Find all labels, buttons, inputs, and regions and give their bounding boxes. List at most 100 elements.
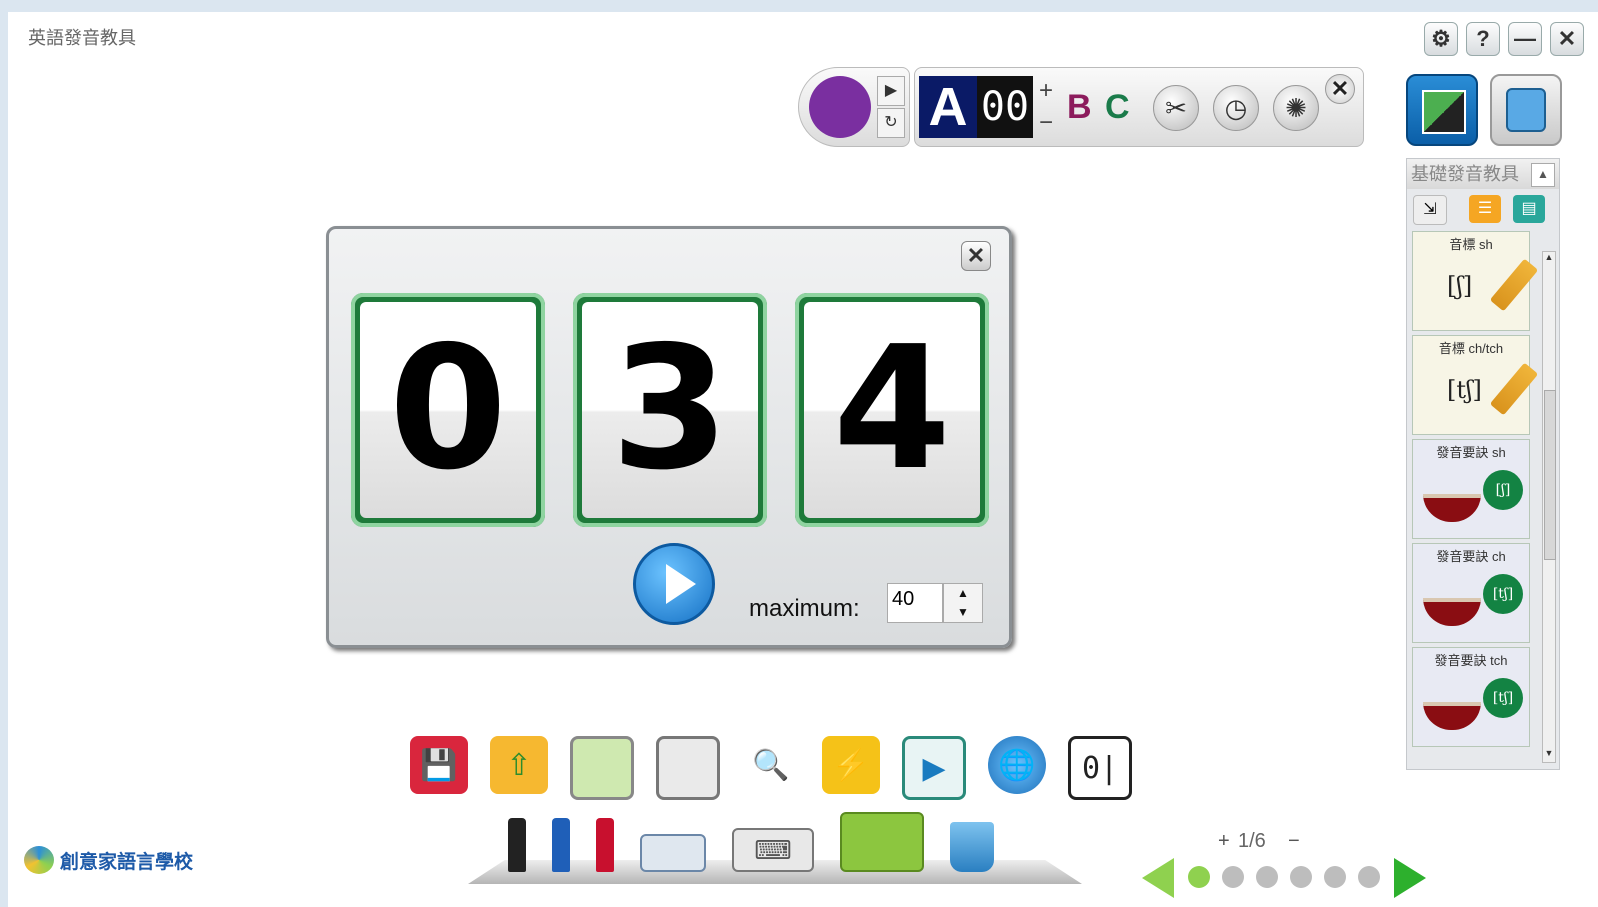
close-button[interactable]: ✕ — [1550, 22, 1584, 56]
stepper-up-icon[interactable]: ▲ — [944, 584, 982, 603]
clock-button[interactable]: ◷ — [1213, 85, 1259, 131]
black-marker-icon[interactable] — [508, 818, 526, 872]
reload-button[interactable]: ↻ — [877, 108, 905, 138]
settings-button[interactable]: ⚙ — [1424, 22, 1458, 56]
ipa-symbol: [ʃ] — [1447, 272, 1473, 300]
sparkle-icon: ✺ — [1285, 93, 1307, 123]
digit-face: 4 — [804, 302, 980, 518]
touch-mode-button[interactable] — [1490, 74, 1562, 146]
import-button[interactable]: ⇲ — [1413, 195, 1447, 225]
page-navigator: + 1/6 − — [1138, 830, 1428, 900]
logo-text: 創意家語言學校 — [60, 851, 194, 873]
help-button[interactable]: ? — [1466, 22, 1500, 56]
play-icon: ▶ — [884, 82, 898, 99]
shelf-items: ⌨ — [508, 812, 994, 872]
side-panel: 基礎發音教具 ▲ ⇲ ☰ ▤ 音標 sh [ʃ] 音標 ch/tch [tʃ] 發音要訣… — [1406, 158, 1560, 770]
toolbox-icon[interactable] — [840, 812, 924, 872]
page-dot[interactable] — [1324, 866, 1346, 888]
effect-button[interactable]: ✺ — [1273, 85, 1319, 131]
thumbnail-label: 發音要訣 tch — [1434, 653, 1508, 668]
list-view-button[interactable]: ☰ — [1469, 195, 1501, 223]
thumbnail-item[interactable]: 發音要訣 sh [ʃ] — [1412, 439, 1530, 539]
minimize-icon: — — [1514, 26, 1536, 51]
next-page-icon[interactable] — [1394, 858, 1426, 898]
add-page-button[interactable]: + — [1218, 830, 1230, 853]
ipa-bubble: [tʃ] — [1483, 574, 1523, 614]
page-dot[interactable] — [1222, 866, 1244, 888]
font-b-button[interactable]: B — [1067, 88, 1092, 127]
size-display: 00 — [977, 76, 1033, 138]
collapse-button[interactable]: ▲ — [1531, 163, 1555, 187]
counter-play-button[interactable] — [633, 543, 715, 625]
font-a-button[interactable]: A — [919, 76, 977, 138]
text-toolbar: A 00 + − B C ✂ ◷ ✺ ✕ — [914, 67, 1364, 147]
maximum-input[interactable]: 40 — [887, 583, 943, 623]
counter-icon[interactable]: 0| — [1068, 736, 1132, 800]
pen-color-swatch[interactable] — [809, 76, 871, 138]
page-view-button[interactable]: ▤ — [1513, 195, 1545, 223]
page-dot[interactable] — [1256, 866, 1278, 888]
thumbnail-item[interactable]: 音標 ch/tch [tʃ] — [1412, 335, 1539, 435]
page-dot[interactable] — [1358, 866, 1380, 888]
stepper-down-icon[interactable]: ▼ — [944, 603, 982, 622]
trash-icon[interactable] — [950, 822, 994, 872]
document-icon: ▤ — [1521, 200, 1537, 217]
scroll-down-icon[interactable]: ▼ — [1543, 748, 1555, 762]
window-controls: ⚙ ? — ✕ — [1424, 22, 1584, 56]
page-dot[interactable] — [1290, 866, 1312, 888]
close-icon: ✕ — [1557, 26, 1577, 51]
play-small-button[interactable]: ▶ — [877, 76, 905, 106]
import-icon: ⇲ — [1423, 201, 1437, 218]
magnifier-icon[interactable]: 🔍 — [742, 736, 800, 794]
tools-button[interactable]: ✂ — [1153, 85, 1199, 131]
ipa-bubble: [tʃ] — [1483, 678, 1523, 718]
thumbnail-label: 發音要訣 ch — [1436, 549, 1506, 564]
help-icon: ? — [1476, 26, 1490, 51]
bowl-icon — [1423, 598, 1481, 626]
thumbnail-item[interactable]: 發音要訣 tch [tʃ] — [1412, 647, 1530, 747]
digit-face: 3 — [582, 302, 758, 518]
toolbar-close-button[interactable]: ✕ — [1325, 74, 1355, 104]
counter-close-button[interactable]: ✕ — [961, 241, 991, 271]
size-minus-button[interactable]: − — [1035, 108, 1057, 138]
minimize-button[interactable]: — — [1508, 22, 1542, 56]
board-icon — [1422, 90, 1466, 134]
media-icon[interactable]: ▶ — [902, 736, 966, 800]
school-logo: 創意家語言學校 — [24, 846, 193, 874]
side-panel-header: 基礎發音教具 ▲ — [1407, 159, 1559, 189]
ipa-symbol: [tʃ] — [1447, 376, 1482, 404]
pen-toolbar: ▶ ↻ — [798, 67, 910, 147]
scroll-thumb[interactable] — [1544, 390, 1556, 560]
blue-marker-icon[interactable] — [552, 818, 570, 872]
thumbnail-item[interactable]: 發音要訣 ch [tʃ] — [1412, 543, 1530, 643]
thumbnail-item[interactable]: 音標 sh [ʃ] — [1412, 231, 1539, 331]
digit-tens: 3 — [573, 293, 767, 527]
open-folder-icon[interactable]: ⇧ — [490, 736, 548, 794]
thumbnail-label: 音標 ch/tch — [1438, 341, 1504, 356]
whiteboard-icon[interactable] — [570, 736, 634, 800]
scroll-up-icon[interactable]: ▲ — [1543, 252, 1555, 266]
bowl-icon — [1423, 702, 1481, 730]
eraser-icon[interactable] — [640, 834, 706, 872]
whiteboard-mode-button[interactable] — [1406, 74, 1478, 146]
size-plus-button[interactable]: + — [1035, 76, 1057, 106]
font-c-button[interactable]: C — [1105, 88, 1130, 127]
maximum-stepper[interactable]: ▲ ▼ — [943, 583, 983, 623]
flashlight-icon[interactable]: ⚡ — [822, 736, 880, 794]
prev-page-icon[interactable] — [1142, 858, 1174, 898]
screen-icon[interactable] — [656, 736, 720, 800]
side-panel-title: 基礎發音教具 — [1411, 164, 1519, 184]
remove-page-button[interactable]: − — [1288, 830, 1300, 853]
page-dot[interactable] — [1188, 866, 1210, 888]
app-stage: 英語發音教具 ⚙ ? — ✕ ▶ ↻ A 00 + − B C ✂ ◷ ✺ ✕ … — [8, 12, 1598, 907]
keyboard-icon[interactable]: ⌨ — [732, 828, 814, 872]
red-marker-icon[interactable] — [596, 818, 614, 872]
web-link-icon[interactable]: 🌐 — [988, 736, 1046, 794]
save-icon[interactable]: 💾 — [410, 736, 468, 794]
side-scrollbar[interactable]: ▲ ▼ — [1542, 251, 1556, 763]
pencil-icon — [1489, 362, 1539, 416]
digit-face: 0 — [360, 302, 536, 518]
bowl-icon — [1423, 494, 1481, 522]
tools-icon: ✂ — [1165, 93, 1187, 123]
reload-icon: ↻ — [884, 114, 898, 131]
